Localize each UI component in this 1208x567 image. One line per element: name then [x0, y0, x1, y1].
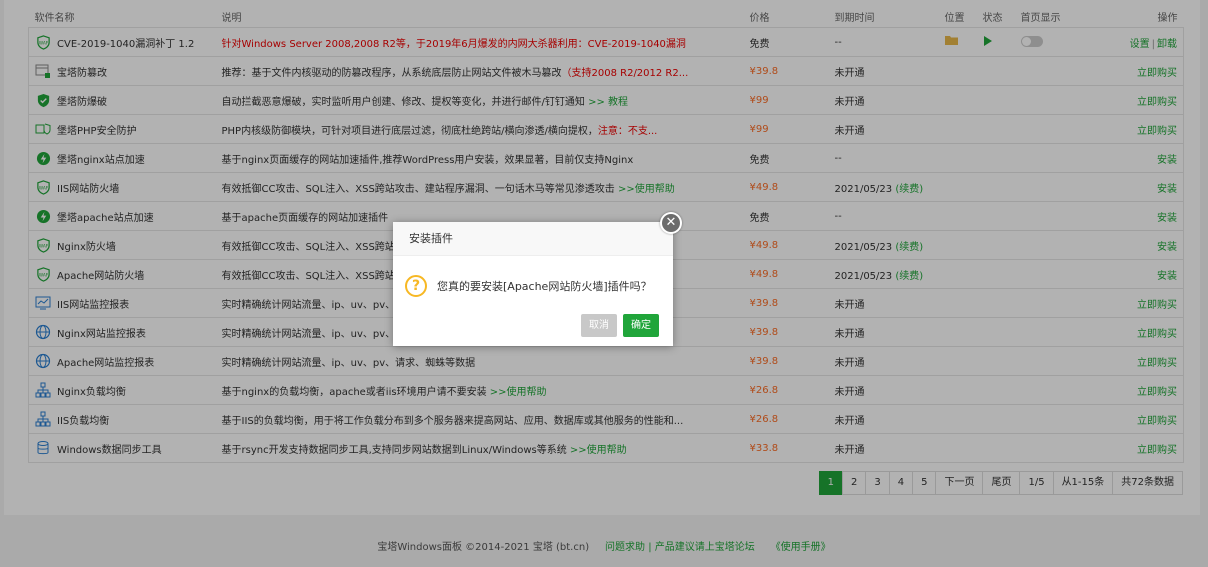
dialog-body: ? 您真的要安装[Apache网站防火墙]插件吗？: [393, 256, 673, 304]
close-icon: ✕: [662, 214, 680, 232]
dialog-buttons: 取消 确定: [581, 314, 659, 337]
dialog-message: 您真的要安装[Apache网站防火墙]插件吗？: [437, 280, 652, 293]
dialog-close-button[interactable]: ✕: [660, 212, 682, 234]
question-icon: ?: [405, 275, 427, 297]
dialog-title: 安装插件: [393, 222, 673, 256]
install-dialog: 安装插件 ? 您真的要安装[Apache网站防火墙]插件吗？ 取消 确定: [393, 222, 673, 346]
confirm-button[interactable]: 确定: [623, 314, 659, 337]
cancel-button[interactable]: 取消: [581, 314, 617, 337]
